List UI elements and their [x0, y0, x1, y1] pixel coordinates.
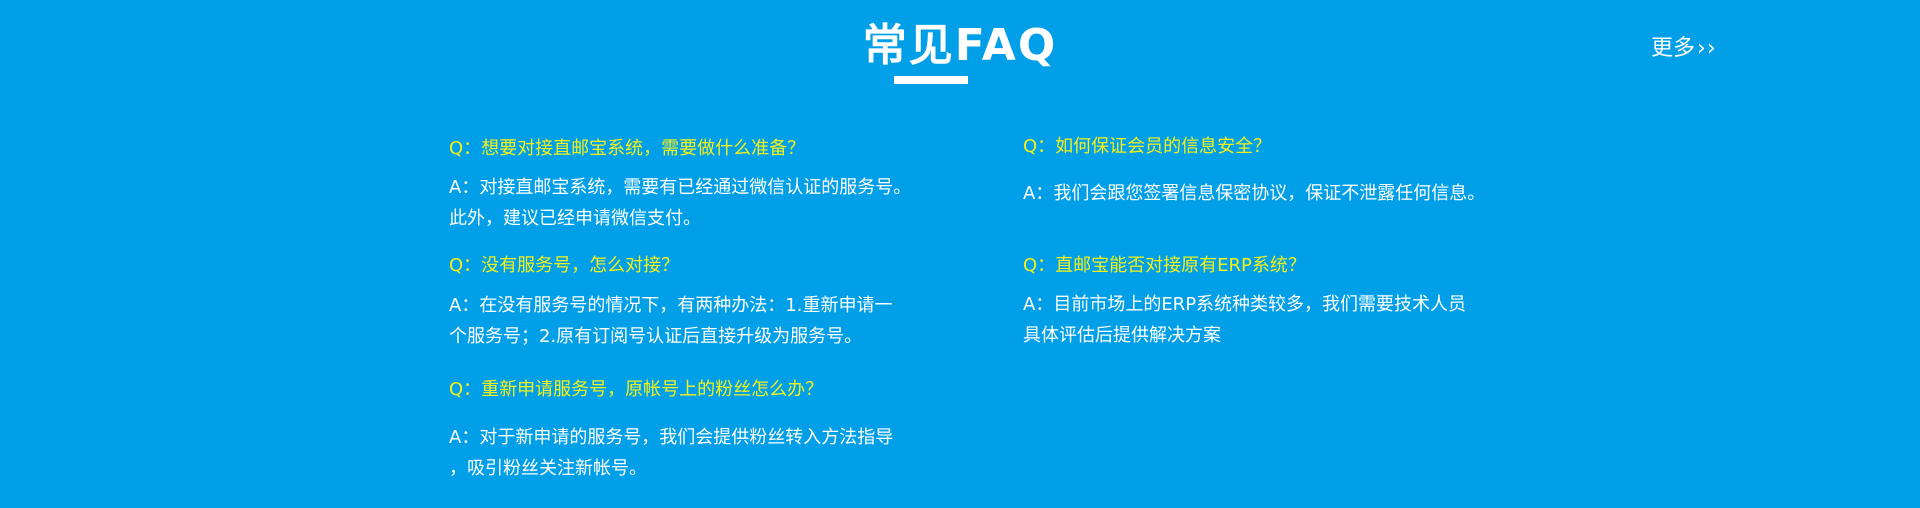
faq-question[interactable]: Q：重新申请服务号，原帐号上的粉丝怎么办？: [449, 377, 893, 403]
title-underline: [894, 76, 968, 84]
faq-answer-line: 具体评估后提供解决方案: [1023, 325, 1221, 346]
faq-answer-line: 个服务号；2.原有订阅号认证后直接升级为服务号。: [449, 326, 863, 347]
faq-section: 常见FAQ 更多›› Q：想要对接直邮宝系统，需要做什么准备？ A：对接直邮宝系…: [0, 0, 1920, 508]
more-link[interactable]: 更多››: [1651, 34, 1717, 64]
chevron-right-icon[interactable]: ››: [1697, 34, 1717, 64]
faq-answer-line: A：在没有服务号的情况下，有两种办法：1.重新申请一: [449, 295, 893, 316]
section-title: 常见FAQ: [862, 20, 1058, 71]
faq-answer-line: A：我们会跟您签署信息保密协议，保证不泄露任何信息。: [1023, 183, 1486, 204]
faq-item: Q：重新申请服务号，原帐号上的粉丝怎么办？ A：对于新申请的服务号，我们会提供粉…: [449, 377, 893, 484]
faq-answer-line: A：目前市场上的ERP系统种类较多，我们需要技术人员: [1023, 294, 1467, 315]
faq-item: Q：直邮宝能否对接原有ERP系统？ A：目前市场上的ERP系统种类较多，我们需要…: [1023, 253, 1466, 351]
faq-item: Q：如何保证会员的信息安全？ A：我们会跟您签署信息保密协议，保证不泄露任何信息…: [1023, 134, 1485, 209]
faq-item: Q：想要对接直邮宝系统，需要做什么准备？ A：对接直邮宝系统，需要有已经通过微信…: [449, 136, 911, 234]
faq-question[interactable]: Q：直邮宝能否对接原有ERP系统？: [1023, 253, 1466, 279]
faq-answer-line: ，吸引粉丝关注新帐号。: [449, 458, 647, 479]
faq-question[interactable]: Q：想要对接直邮宝系统，需要做什么准备？: [449, 136, 911, 162]
faq-answer-line: A：对接直邮宝系统，需要有已经通过微信认证的服务号。: [449, 177, 912, 198]
faq-question[interactable]: Q：如何保证会员的信息安全？: [1023, 134, 1485, 160]
more-label[interactable]: 更多: [1651, 36, 1695, 61]
faq-answer-line: 此外，建议已经申请微信支付。: [449, 208, 701, 229]
faq-question[interactable]: Q：没有服务号，怎么对接？: [449, 253, 893, 279]
faq-item: Q：没有服务号，怎么对接？ A：在没有服务号的情况下，有两种办法：1.重新申请一…: [449, 253, 893, 352]
faq-answer-line: A：对于新申请的服务号，我们会提供粉丝转入方法指导: [449, 427, 894, 448]
